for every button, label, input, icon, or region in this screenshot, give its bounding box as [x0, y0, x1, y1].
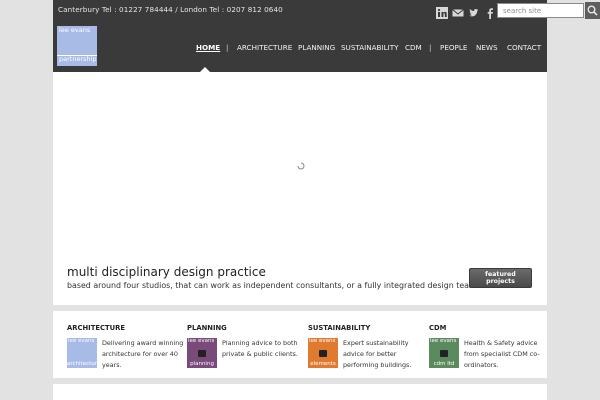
- search-button[interactable]: [585, 2, 600, 19]
- studio-title: SUSTAINABILITY: [308, 324, 371, 332]
- search-input[interactable]: [497, 3, 584, 18]
- nav-separator: |: [226, 43, 229, 52]
- studio-logo-tile[interactable]: lee evans elements: [308, 338, 338, 368]
- tile-studio-name: architecture: [67, 360, 101, 367]
- studio-title: ARCHITECTURE: [67, 324, 125, 332]
- tile-studio-name: elements: [310, 360, 336, 367]
- nav-news[interactable]: NEWS: [476, 43, 498, 52]
- featured-projects-button[interactable]: featured projects: [469, 268, 532, 288]
- tile-brand: lee evans: [309, 338, 336, 344]
- nav-cdm[interactable]: CDM: [405, 43, 422, 52]
- nav-contact[interactable]: CONTACT: [507, 43, 541, 52]
- studio-description: Planning advice to both private & public…: [222, 339, 298, 358]
- logo-line-1: lee evans: [59, 26, 91, 34]
- search-icon: [585, 5, 600, 22]
- tile-brand: lee evans: [430, 338, 457, 344]
- nav-sustainability[interactable]: SUSTAINABILITY: [341, 43, 399, 52]
- nav-home[interactable]: HOME: [196, 43, 220, 52]
- studio-sustainability[interactable]: SUSTAINABILITY lee evans elements Expert…: [308, 324, 428, 374]
- studio-title: PLANNING: [187, 324, 227, 332]
- site-header: lee evans partnership HOME | ARCHITECTUR…: [53, 21, 547, 72]
- studio-planning[interactable]: PLANNING lee evans planning Planning adv…: [187, 324, 307, 374]
- phone-numbers: Canterbury Tel : 01227 784444 / London T…: [58, 5, 283, 14]
- studio-logo-tile[interactable]: lee evans cdm ltd: [429, 338, 459, 368]
- studio-badge-icon: [319, 350, 327, 357]
- logo-line-2: partnership: [59, 55, 97, 63]
- loading-spinner-icon: [297, 155, 305, 174]
- studio-description: Health & Safety advice from specialist C…: [464, 339, 540, 369]
- studio-logo-tile[interactable]: lee evans architecture: [67, 338, 101, 368]
- studio-architecture[interactable]: ARCHITECTURE lee evans architecture Deli…: [67, 324, 187, 374]
- top-bar: Canterbury Tel : 01227 784444 / London T…: [53, 0, 600, 21]
- nav-planning[interactable]: PLANNING: [298, 43, 335, 52]
- studio-badge-icon: [440, 350, 448, 357]
- studio-logo-tile[interactable]: lee evans planning: [187, 338, 217, 368]
- main-nav: HOME | ARCHITECTURE PLANNING SUSTAINABIL…: [53, 43, 547, 53]
- hero-subtitle: based around four studios, that can work…: [67, 281, 480, 290]
- studios-section: ARCHITECTURE lee evans architecture Deli…: [53, 311, 547, 378]
- studio-cdm[interactable]: CDM lee evans cdm ltd Health & Safety ad…: [429, 324, 549, 374]
- tile-brand: lee evans: [188, 338, 215, 344]
- nav-separator: |: [429, 43, 432, 52]
- nav-architecture[interactable]: ARCHITECTURE: [237, 43, 292, 52]
- hero-title: multi disciplinary design practice: [67, 265, 266, 279]
- tile-brand: lee evans: [68, 338, 95, 344]
- tile-studio-name: planning: [190, 360, 214, 367]
- tile-studio-name: cdm ltd: [433, 360, 455, 367]
- studio-title: CDM: [429, 324, 447, 332]
- studio-description: Delivering award winning architecture fo…: [102, 339, 184, 369]
- hero-slideshow: multi disciplinary design practice based…: [53, 72, 547, 305]
- nav-people[interactable]: PEOPLE: [440, 43, 467, 52]
- content-panel: [53, 384, 547, 400]
- studio-badge-icon: [198, 350, 206, 357]
- studio-description: Expert sustainability advice for better …: [343, 339, 412, 369]
